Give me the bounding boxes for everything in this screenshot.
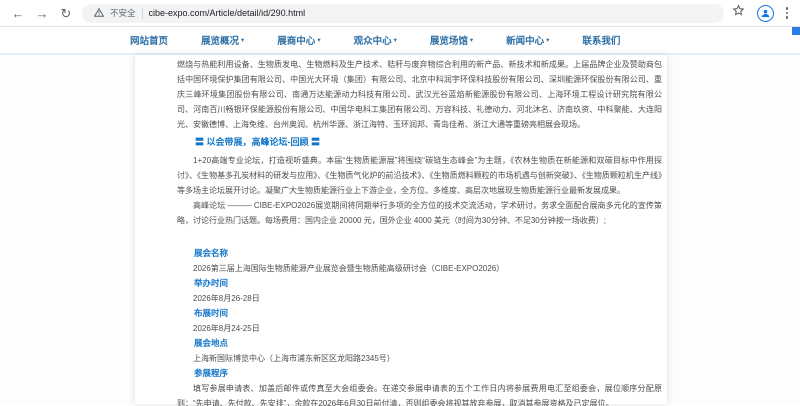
floating-widget[interactable] <box>792 27 800 35</box>
section-setup-dates: 布展时间 2026年8月24-25日 <box>177 306 662 336</box>
chevron-down-icon: ▾ <box>317 36 320 44</box>
address-bar[interactable]: 不安全 cibe-expo.com/Article/detail/id/290.… <box>82 4 724 23</box>
chevron-down-icon: ▾ <box>394 36 397 44</box>
nav-label: 联系我们 <box>582 33 620 47</box>
chevron-down-icon: ▾ <box>241 36 244 44</box>
section-heading: 参展程序 <box>177 366 662 381</box>
section-heading: 举办时间 <box>177 276 662 291</box>
profile-avatar[interactable] <box>757 5 774 22</box>
nav-item-news-center[interactable]: 新闻中心 ▾ <box>506 33 549 47</box>
browser-toolbar: ← → ↻ 不安全 cibe-expo.com/Article/detail/i… <box>0 0 800 27</box>
menu-dots-icon[interactable] <box>786 7 789 19</box>
chevron-down-icon: ▾ <box>470 36 473 44</box>
section-heading: 布展时间 <box>177 306 662 321</box>
url-text[interactable]: cibe-expo.com/Article/detail/id/290.html <box>149 8 306 18</box>
reload-icon[interactable]: ↻ <box>58 5 74 21</box>
nav-label: 展览场馆 <box>430 33 468 47</box>
url-divider <box>142 8 143 19</box>
section-procedure: 参展程序 填写参展申请表、加盖后邮件或传真至大会组委会。在递交参展申请表的五个工… <box>177 366 662 406</box>
section-value: 2026第三届上海国际生物质能源产业展览会暨生物质能高级研讨会（CIBE-EXP… <box>177 261 662 276</box>
nav-label: 网站首页 <box>130 33 168 47</box>
toolbar-right-icons <box>732 4 791 22</box>
article-paragraph-forums: 1+20高端专业论坛，打造视听盛典。本届“生物质能源展”将围绕“碳链生态峰会”为… <box>177 153 662 198</box>
page-background: 燃烧与热能利用设备、生物质发电、生物燃料及生产技术、秸秆与废弃物综合利用的新产品… <box>0 55 800 404</box>
article-paragraph-exhibitors: 燃烧与热能利用设备、生物质发电、生物燃料及生产技术、秸秆与废弃物综合利用的新产品… <box>177 57 662 132</box>
security-label[interactable]: 不安全 <box>110 7 136 19</box>
nav-label: 新闻中心 <box>506 33 544 47</box>
nav-label: 展览概况 <box>201 33 239 47</box>
bookmark-star-icon[interactable] <box>732 4 745 22</box>
nav-item-venue[interactable]: 展览场馆 ▾ <box>430 33 473 47</box>
article-column: 燃烧与热能利用设备、生物质发电、生物燃料及生产技术、秸秆与废弃物综合利用的新产品… <box>135 55 667 404</box>
section-event-dates: 举办时间 2026年8月26-28日 <box>177 276 662 306</box>
section-heading: 展会名称 <box>177 246 662 261</box>
article-paragraph-summit-fee: 高峰论坛 ——— CIBE-EXPO2026展览期间将同期举行多项的全方位的技术… <box>177 198 662 228</box>
nav-item-contact[interactable]: 联系我们 <box>582 33 620 47</box>
nav-item-overview[interactable]: 展览概况 ▾ <box>201 33 244 47</box>
section-value: 2026年8月24-25日 <box>177 321 662 336</box>
section-value: 上海新国际博览中心（上海市浦东新区区龙阳路2345号） <box>177 351 662 366</box>
chevron-down-icon: ▾ <box>546 36 549 44</box>
forward-icon[interactable]: → <box>34 5 50 21</box>
section-expo-name: 展会名称 2026第三届上海国际生物质能源产业展览会暨生物质能高级研讨会（CIB… <box>177 246 662 276</box>
expo-info-sections: 展会名称 2026第三届上海国际生物质能源产业展览会暨生物质能高级研讨会（CIB… <box>177 246 662 406</box>
nav-label: 展商中心 <box>277 33 315 47</box>
section-value: 填写参展申请表、加盖后邮件或传真至大会组委会。在递交参展申请表的五个工作日内将参… <box>177 381 662 406</box>
nav-item-home[interactable]: 网站首页 <box>130 33 168 47</box>
back-icon[interactable]: ← <box>10 5 26 21</box>
nav-label: 观众中心 <box>354 33 392 47</box>
section-value: 2026年8月26-28日 <box>177 291 662 306</box>
nav-item-visitor-center[interactable]: 观众中心 ▾ <box>354 33 397 47</box>
warning-icon <box>94 4 104 22</box>
nav-item-exhibitor-center[interactable]: 展商中心 ▾ <box>277 33 320 47</box>
forum-section-heading: 〓 以会带展，高峰论坛-回顾 〓 <box>177 135 662 150</box>
section-venue: 展会地点 上海新国际博览中心（上海市浦东新区区龙阳路2345号） <box>177 336 662 366</box>
site-navbar: 网站首页 展览概况 ▾ 展商中心 ▾ 观众中心 ▾ 展览场馆 ▾ 新闻中心 ▾ … <box>0 27 800 55</box>
section-heading: 展会地点 <box>177 336 662 351</box>
